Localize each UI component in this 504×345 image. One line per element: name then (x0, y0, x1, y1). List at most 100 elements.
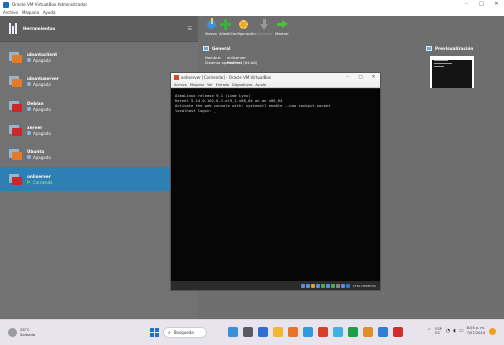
vm-name: ubuntuclient (27, 51, 58, 57)
powered-off-icon (27, 82, 31, 86)
chevron-up-icon[interactable]: ⌃ (427, 328, 431, 334)
vm-menu-ver[interactable]: Ver (207, 83, 213, 87)
vm-item-xerver[interactable]: xerver Apagada (0, 118, 198, 142)
audio-status-icon[interactable] (310, 283, 315, 288)
maximize-button[interactable]: □ (474, 0, 489, 9)
vm-window-controls: – □ ✕ (341, 73, 380, 82)
vm-console-window[interactable]: onliserver [Corriendo] - Oracle VM Virtu… (170, 72, 381, 291)
vm-menu-ayuda[interactable]: Ayuda (255, 83, 265, 87)
add-button[interactable]: Añadir (216, 19, 234, 40)
vm-status-bar: CTRL DERECHA (171, 281, 380, 290)
manager-titlebar: Oracle VM VirtualBox Administrador – □ ✕ (0, 0, 504, 9)
window-title: Oracle VM VirtualBox Administrador (12, 2, 88, 7)
tools-icon (9, 23, 18, 34)
display-status-icon[interactable] (330, 283, 335, 288)
taskbar-app-icon[interactable] (258, 327, 268, 337)
taskbar-app-icon[interactable] (318, 327, 328, 337)
menu-maquina[interactable]: Máquina (22, 10, 39, 15)
tools-label: Herramientas (23, 26, 56, 31)
window-controls: – □ ✕ (459, 0, 504, 9)
vm-os-icon (9, 124, 22, 136)
search-box[interactable]: ⌕ Búsqueda (163, 327, 207, 338)
vm-menu-dispositivos[interactable]: Dispositivos (232, 83, 252, 87)
vm-item-debian[interactable]: Debian Apagada (0, 94, 198, 118)
preview-section-header[interactable]: Previsualización (426, 46, 473, 51)
show-button[interactable]: Mostrar (273, 19, 291, 40)
vm-menu-archivo[interactable]: Archivo (174, 83, 187, 87)
vm-list-panel: Herramientas ☰ ubuntuclient Apagada ubun… (0, 16, 198, 319)
vm-os-icon (9, 75, 22, 87)
volume-icon[interactable]: ◖ (453, 328, 456, 334)
running-icon (27, 180, 31, 184)
menu-ayuda[interactable]: Ayuda (43, 10, 55, 15)
new-vm-icon (206, 18, 217, 30)
wifi-icon[interactable]: ◔ (446, 328, 450, 334)
folder-icon[interactable] (273, 327, 283, 337)
powered-off-icon (27, 107, 31, 111)
vm-window-title: onliserver [Corriendo] - Oracle VM Virtu… (181, 75, 272, 80)
taskbar-app-icon[interactable] (348, 327, 358, 337)
settings-button[interactable]: Configuración (231, 19, 255, 40)
optical-status-icon[interactable] (305, 283, 310, 288)
vm-item-onliserver[interactable]: onliserver Corriendo ☰ (0, 167, 198, 191)
discard-button[interactable]: Descartar (255, 19, 273, 40)
console-line: localhost login: _ (175, 108, 217, 113)
vm-console-screen[interactable]: AlmaLinux release 9.1 (Lime Lynx) Kernel… (171, 89, 380, 281)
cpu-status-icon[interactable] (340, 283, 345, 288)
main-toolbar: Nueva Añadir Configuración Descartar Mos… (198, 16, 504, 42)
vm-item-ubuntuclient[interactable]: ubuntuclient Apagada (0, 45, 198, 69)
vm-item-ubuntuserver[interactable]: ubuntuserver Apagada (0, 69, 198, 93)
vm-name: Debian (27, 100, 44, 106)
taskbar-app-icon[interactable] (228, 327, 238, 337)
network-status-icon[interactable] (315, 283, 320, 288)
vm-state: Apagada (27, 82, 59, 87)
general-section-header[interactable]: General (203, 46, 230, 51)
search-label: Búsqueda (173, 330, 194, 335)
vm-window-icon (174, 75, 179, 80)
windows-taskbar: 28°C Soleado ⌕ Búsqueda ⌃ ESP ES ◔ ◖ ▭ 8… (0, 319, 504, 345)
virtualbox-app-icon (3, 1, 9, 8)
vm-name: xerver (27, 124, 43, 130)
vm-state: Apagada (27, 131, 51, 136)
hdd-status-icon[interactable] (300, 283, 305, 288)
notification-icon[interactable] (489, 327, 496, 335)
taskbar-app-icon[interactable] (393, 327, 403, 337)
usb-status-icon[interactable] (320, 283, 325, 288)
weather-icon (8, 327, 17, 337)
shared-folder-icon[interactable] (325, 283, 330, 288)
vm-maximize-button[interactable]: □ (354, 73, 367, 82)
vm-os-icon (9, 51, 22, 63)
recording-status-icon[interactable] (335, 283, 340, 288)
desktop: Oracle VM VirtualBox Administrador – □ ✕… (0, 0, 504, 345)
taskbar-app-icon[interactable] (333, 327, 343, 337)
vm-item-ubuntu[interactable]: Ubuntu Apagada (0, 142, 198, 166)
taskbar-app-icon[interactable] (288, 327, 298, 337)
mouse-integration-icon[interactable] (345, 283, 350, 288)
taskbar-app-icon[interactable] (363, 327, 373, 337)
vm-name: Ubuntu (27, 148, 45, 154)
minimize-button[interactable]: – (459, 0, 474, 9)
language-indicator[interactable]: ESP ES (435, 327, 442, 335)
menu-archivo[interactable]: Archivo (3, 10, 18, 15)
virtualbox-taskbar-icon[interactable] (378, 327, 388, 337)
vm-preview-thumbnail (430, 56, 474, 88)
taskbar-app-icon[interactable] (303, 327, 313, 337)
tools-item[interactable]: Herramientas ☰ (0, 16, 198, 42)
vm-minimize-button[interactable]: – (341, 73, 354, 82)
vm-menu-maquina[interactable]: Máquina (190, 83, 204, 87)
clock[interactable]: 8:03 p. m. 7/07/2024 (467, 326, 485, 336)
close-button[interactable]: ✕ (489, 0, 504, 9)
start-button[interactable] (150, 328, 159, 337)
preview-icon (426, 46, 432, 51)
battery-icon[interactable]: ▭ (459, 328, 464, 334)
vm-menu-entrada[interactable]: Entrada (216, 83, 229, 87)
tools-menu-icon[interactable]: ☰ (188, 26, 192, 32)
taskbar-app-icon[interactable] (243, 327, 253, 337)
vm-state: Corriendo (27, 180, 53, 185)
vm-close-button[interactable]: ✕ (367, 73, 380, 82)
weather-desc: Soleado (20, 332, 36, 337)
powered-off-icon (27, 131, 31, 135)
weather-widget[interactable]: 28°C Soleado (8, 327, 35, 337)
vm-state: Apagada (27, 155, 51, 160)
powered-off-icon (27, 155, 31, 159)
